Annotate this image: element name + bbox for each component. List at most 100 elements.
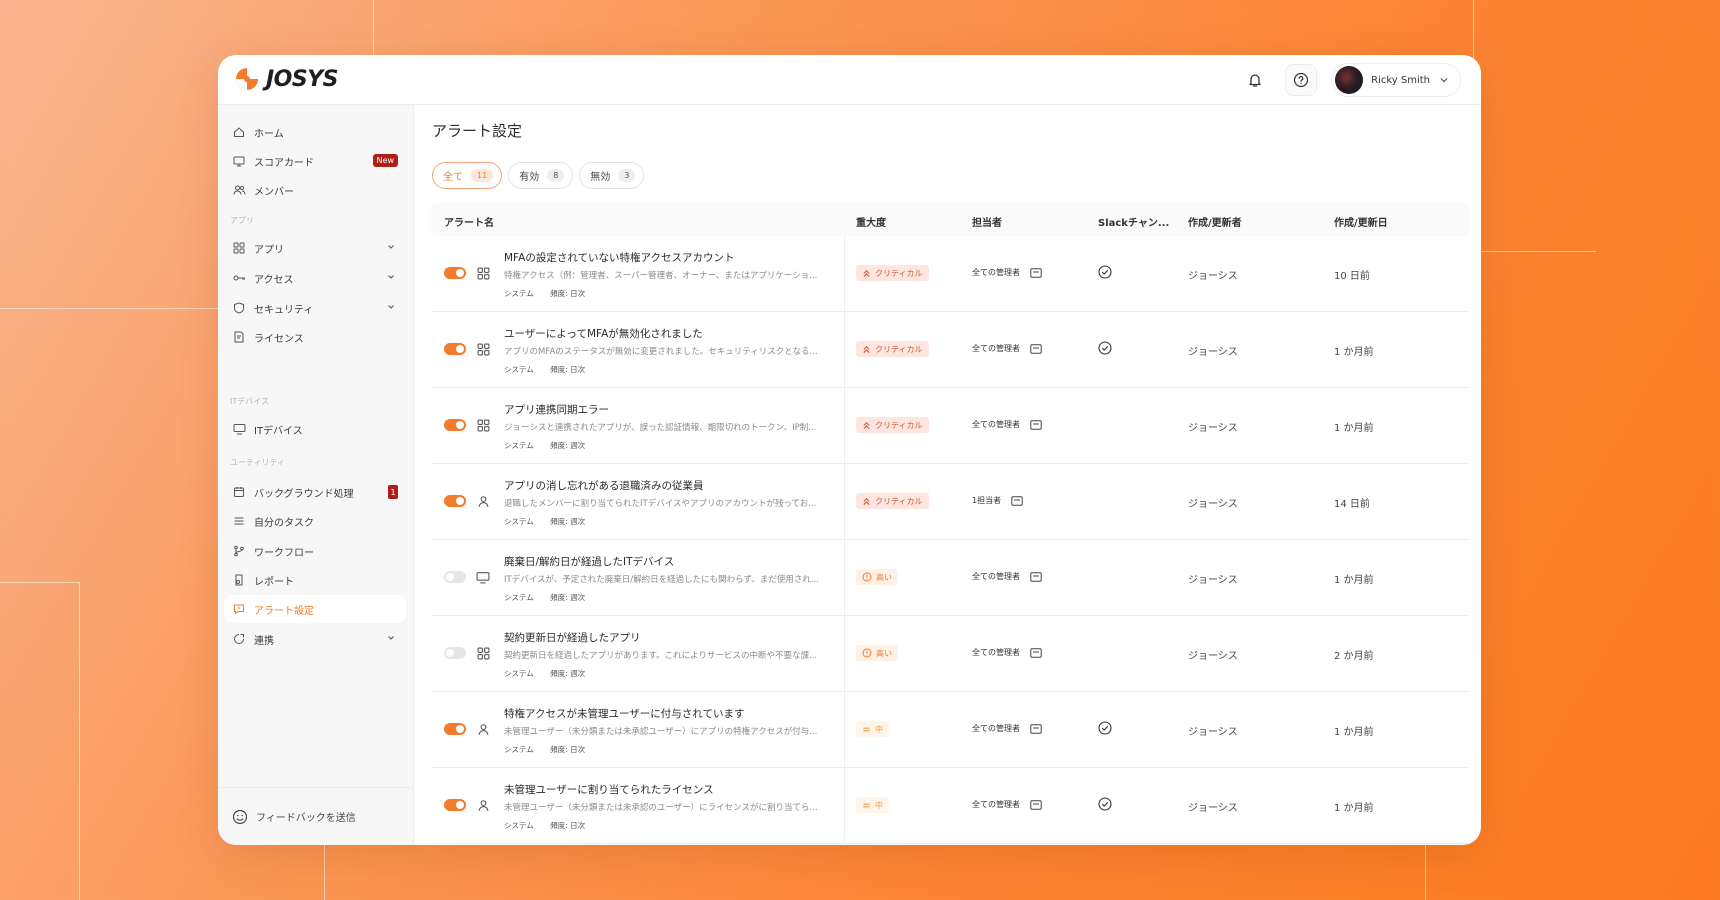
updated-date: 10 日前: [1334, 271, 1370, 282]
tab-enabled[interactable]: 有効 8: [508, 162, 574, 189]
chevrons-up-icon: [863, 269, 870, 277]
workflow-icon: [232, 544, 246, 558]
chevrons-up-icon: [863, 421, 870, 429]
sidebar-item-security[interactable]: セキュリティ: [224, 294, 406, 322]
sidebar-item-workflow[interactable]: ワークフロー: [224, 537, 406, 565]
sidebar-item-report[interactable]: レポート: [224, 566, 406, 594]
alert-title[interactable]: アプリの消し忘れがある退職済みの従業員: [504, 478, 704, 493]
enable-toggle[interactable]: [444, 799, 466, 811]
user-icon: [475, 493, 491, 509]
user-icon: [475, 721, 491, 737]
alert-meta: システム 頻度: 日次: [504, 744, 599, 755]
sidebar-item-home[interactable]: ホーム: [224, 118, 406, 146]
sidebar-item-license[interactable]: ライセンス: [224, 323, 406, 351]
user-menu[interactable]: Ricky Smith: [1331, 63, 1461, 97]
chevron-down-icon: [1440, 78, 1448, 83]
table-row[interactable]: 廃棄日/解約日が経過したITデバイス ITデバイスが、予定された廃棄日/解約日を…: [431, 540, 1469, 616]
sidebar-item-label: ITデバイス: [254, 425, 303, 437]
table-row[interactable]: 特権アクセスが未管理ユーザーに付与されています 未管理ユーザー（未分類または未承…: [431, 692, 1469, 768]
enable-toggle[interactable]: [444, 647, 466, 659]
members-icon: [232, 183, 246, 197]
severity-label: クリティカル: [875, 496, 923, 506]
owner-label: 全ての管理者: [972, 344, 1020, 353]
column-header-date[interactable]: 作成/更新日: [1334, 214, 1388, 229]
sidebar-item-alert-settings[interactable]: アラート設定: [224, 595, 406, 623]
enable-toggle[interactable]: [444, 571, 466, 583]
column-header-author[interactable]: 作成/更新者: [1188, 214, 1242, 229]
notifications-button[interactable]: [1239, 64, 1271, 96]
severity-label: クリティカル: [875, 344, 923, 354]
column-header-severity[interactable]: 重大度: [856, 214, 886, 229]
equals-icon: [863, 803, 870, 807]
top-bar: JOSYS Ricky Smith: [218, 55, 1481, 105]
sidebar-item-background-jobs[interactable]: バックグラウンド処理 1: [224, 478, 406, 506]
help-button[interactable]: [1285, 64, 1318, 96]
sidebar-item-members[interactable]: メンバー: [224, 176, 406, 204]
sidebar-item-access[interactable]: アクセス: [224, 264, 406, 292]
alert-description: アプリのMFAのステータスが無効に変更されました。セキュリティリスクとなる...: [504, 347, 818, 357]
alert-source: システム: [504, 365, 534, 374]
alert-title[interactable]: 廃棄日/解約日が経過したITデバイス: [504, 554, 674, 569]
sidebar-item-label: ライセンス: [254, 333, 304, 345]
enable-toggle[interactable]: [444, 723, 466, 735]
author-label: ジョーシス: [1188, 727, 1238, 738]
table-row[interactable]: ユーザーによってMFAが無効化されました アプリのMFAのステータスが無効に変更…: [431, 312, 1469, 388]
updated-date: 1 か月前: [1334, 423, 1374, 434]
alert-description: ITデバイスが、予定された廃棄日/解約日を経過したにも関わらず、まだ使用され..…: [504, 575, 819, 585]
alert-title[interactable]: ユーザーによってMFAが無効化されました: [504, 326, 703, 341]
column-header-owner[interactable]: 担当者: [972, 214, 1002, 229]
author-label: ジョーシス: [1188, 651, 1238, 662]
enable-toggle[interactable]: [444, 419, 466, 431]
main-content: アラート設定 全て 11 有効 8 無効 3 アラート名 重大度 担当者 Sla…: [415, 105, 1481, 845]
user-icon: [475, 797, 491, 813]
sidebar-item-label: ワークフロー: [254, 547, 314, 559]
equals-icon: [863, 727, 870, 731]
table-row[interactable]: 契約更新日が経過したアプリ 契約更新日を経過したアプリがあります。これによりサー…: [431, 616, 1469, 692]
background-frame: [324, 843, 1426, 900]
table-row[interactable]: アプリの消し忘れがある退職済みの従業員 退職したメンバーに割り当てられたITデバ…: [431, 464, 1469, 540]
mail-icon: [1030, 799, 1042, 810]
check-circle-icon: [1098, 265, 1112, 279]
sidebar-item-my-tasks[interactable]: 自分のタスク: [224, 507, 406, 535]
enable-toggle[interactable]: [444, 495, 466, 507]
check-circle-icon: [1098, 341, 1112, 355]
sidebar-item-apps[interactable]: アプリ: [224, 234, 406, 262]
alert-title[interactable]: 契約更新日が経過したアプリ: [504, 630, 641, 645]
alert-title[interactable]: アプリ連携同期エラー: [504, 402, 609, 417]
apps-icon: [475, 417, 491, 433]
background-line: [1473, 0, 1474, 63]
owner-cell: 全ての管理者: [972, 723, 1042, 734]
logo[interactable]: JOSYS: [234, 66, 339, 92]
author-label: ジョーシス: [1188, 423, 1238, 434]
tab-count: 11: [471, 169, 494, 182]
severity-badge: 高い: [856, 569, 898, 585]
tab-all[interactable]: 全て 11: [432, 162, 503, 189]
table-row[interactable]: MFAの設定されていない特権アクセスアカウント 特権アクセス（例：管理者、スーパ…: [431, 236, 1469, 312]
author-label: ジョーシス: [1188, 271, 1238, 282]
enable-toggle[interactable]: [444, 267, 466, 279]
table-row[interactable]: アプリ連携同期エラー ジョーシスと連携されたアプリが、誤った認証情報、期限切れの…: [431, 388, 1469, 464]
filter-tabs: 全て 11 有効 8 無効 3: [432, 162, 645, 189]
tab-disabled[interactable]: 無効 3: [579, 162, 645, 189]
alert-title[interactable]: 未管理ユーザーに割り当てられたライセンス: [504, 782, 714, 797]
mail-icon: [1030, 723, 1042, 734]
enable-toggle[interactable]: [444, 343, 466, 355]
feedback-label: フィードバックを送信: [256, 813, 356, 824]
table-row[interactable]: 未管理ユーザーに割り当てられたライセンス 未管理ユーザー（未分類または未承認のユ…: [431, 768, 1469, 844]
alert-title[interactable]: MFAの設定されていない特権アクセスアカウント: [504, 250, 734, 265]
sidebar-item-label: アクセス: [254, 274, 294, 286]
sidebar-item-it-devices[interactable]: ITデバイス: [224, 415, 406, 443]
sidebar-item-label: スコアカード: [254, 157, 314, 169]
chevron-down-icon: [388, 275, 394, 279]
column-header-alert-name[interactable]: アラート名: [444, 214, 494, 229]
alert-frequency: 頻度: 週次: [550, 441, 586, 450]
alert-title[interactable]: 特権アクセスが未管理ユーザーに付与されています: [504, 706, 744, 721]
column-header-slack[interactable]: Slackチャン...: [1098, 214, 1169, 229]
sidebar-item-integration[interactable]: 連携: [224, 625, 406, 653]
alert-source: システム: [504, 593, 534, 602]
sidebar-item-scorecard[interactable]: スコアカード New: [224, 147, 406, 175]
alert-frequency: 頻度: 日次: [550, 289, 586, 298]
severity-badge: クリティカル: [856, 265, 929, 281]
feedback-button[interactable]: フィードバックを送信: [218, 787, 414, 845]
mail-icon: [1030, 267, 1042, 278]
